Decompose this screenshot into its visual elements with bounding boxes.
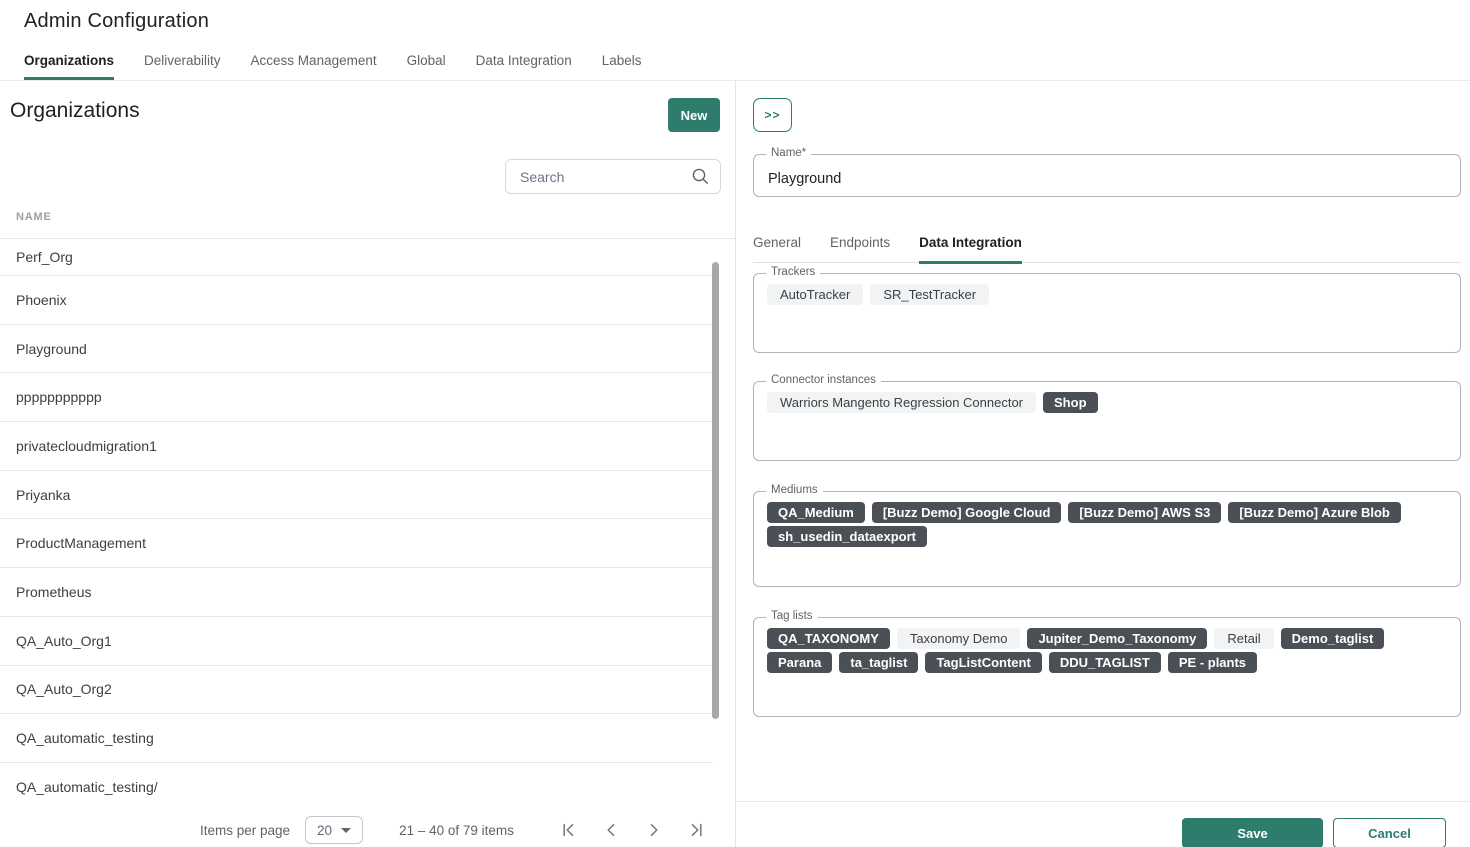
first-page-icon [560,822,576,838]
org-row[interactable]: privatecloudmigration1 [0,422,713,471]
cancel-button[interactable]: Cancel [1333,818,1446,847]
actions-divider [736,801,1470,802]
previous-page-button[interactable] [603,822,619,838]
org-row[interactable]: Priyanka [0,471,713,520]
chip[interactable]: [Buzz Demo] AWS S3 [1068,502,1221,523]
chip[interactable]: [Buzz Demo] Google Cloud [872,502,1062,523]
pagination-range-label: 21 – 40 of 79 items [399,823,514,838]
column-header-name: NAME [16,211,52,223]
org-row[interactable]: QA_Auto_Org1 [0,617,713,666]
org-row[interactable]: Perf_Org [0,238,713,276]
first-page-button[interactable] [560,822,576,838]
chip[interactable]: Parana [767,652,832,673]
items-per-page-select[interactable]: 20 [305,816,363,844]
next-page-button[interactable] [646,822,662,838]
header-tab[interactable]: Global [407,47,446,80]
organizations-table: Perf_Org Phoenix Playground ppppppppppp … [0,238,713,812]
detail-tab-bar: General Endpoints Data Integration [753,235,1461,263]
trackers-legend: Trackers [766,266,820,278]
chip[interactable]: Retail [1214,628,1273,649]
chip[interactable]: QA_TAXONOMY [767,628,890,649]
last-page-icon [689,822,705,838]
header-tab[interactable]: Deliverability [144,47,221,80]
search-icon [691,167,710,191]
tag-lists-fieldset: Tag lists QA_TAXONOMY Taxonomy Demo Jupi… [753,617,1461,717]
connector-instances-chips: Warriors Mangento Regression Connector S… [754,382,1460,423]
chip[interactable]: PE - plants [1168,652,1257,673]
chip[interactable]: Jupiter_Demo_Taxonomy [1027,628,1207,649]
chip[interactable]: TagListContent [925,652,1041,673]
header-tab[interactable]: Data Integration [476,47,572,80]
header-tab[interactable]: Access Management [251,47,377,80]
panel-title: Organizations [10,99,140,123]
chevron-down-icon [341,828,351,833]
collapse-panel-button[interactable]: >> [753,98,792,132]
chip[interactable]: sh_usedin_dataexport [767,526,927,547]
chevron-left-icon [603,822,619,838]
name-input[interactable] [754,155,1460,196]
org-row[interactable]: Playground [0,325,713,374]
tag-lists-chips: QA_TAXONOMY Taxonomy Demo Jupiter_Demo_T… [754,618,1460,683]
connector-instances-legend: Connector instances [766,374,881,386]
detail-tab[interactable]: General [753,235,801,262]
items-per-page-label: Items per page [200,823,290,838]
org-row[interactable]: QA_automatic_testing [0,714,713,763]
search-input[interactable] [505,159,721,194]
organizations-list-panel: Organizations New NAME Perf_Org Phoenix … [0,81,735,847]
chip[interactable]: SR_TestTracker [870,284,989,305]
chip[interactable]: [Buzz Demo] Azure Blob [1228,502,1400,523]
org-row[interactable]: QA_Auto_Org2 [0,666,713,715]
org-row[interactable]: ppppppppppp [0,373,713,422]
main-content: Organizations New NAME Perf_Org Phoenix … [0,81,1470,847]
page-title: Admin Configuration [24,10,1470,33]
chip[interactable]: Demo_taglist [1281,628,1385,649]
name-field-label: Name* [766,147,811,159]
last-page-button[interactable] [689,822,705,838]
action-buttons: Save Cancel [753,818,1446,847]
org-row[interactable]: Prometheus [0,568,713,617]
items-per-page-value: 20 [317,823,332,838]
detail-tab[interactable]: Endpoints [830,235,890,262]
list-scrollbar[interactable] [712,262,719,719]
chip[interactable]: Shop [1043,392,1098,413]
chip[interactable]: AutoTracker [767,284,863,305]
org-row[interactable]: ProductManagement [0,519,713,568]
chip[interactable]: ta_taglist [839,652,918,673]
mediums-fieldset: Mediums QA_Medium [Buzz Demo] Google Clo… [753,491,1461,587]
save-button[interactable]: Save [1182,818,1323,847]
header-tab[interactable]: Organizations [24,47,114,80]
org-row[interactable]: Phoenix [0,276,713,325]
tag-lists-legend: Tag lists [766,610,818,622]
trackers-chips: AutoTracker SR_TestTracker [754,274,1460,315]
pager-controls [560,822,705,838]
app-header: Admin Configuration [0,0,1470,33]
organization-detail-panel: >> Name* General Endpoints Data Integrat… [735,81,1470,847]
search-field [505,159,721,194]
pagination-bar: Items per page 20 21 – 40 of 79 items [0,804,735,847]
trackers-fieldset: Trackers AutoTracker SR_TestTracker [753,273,1461,353]
chip[interactable]: Taxonomy Demo [897,628,1021,649]
detail-tab[interactable]: Data Integration [919,235,1022,262]
mediums-chips: QA_Medium [Buzz Demo] Google Cloud [Buzz… [754,492,1460,557]
chip[interactable]: Warriors Mangento Regression Connector [767,392,1036,413]
chip[interactable]: QA_Medium [767,502,865,523]
header-tab[interactable]: Labels [602,47,642,80]
header-tab-bar: Organizations Deliverability Access Mana… [0,47,1470,81]
new-organization-button[interactable]: New [668,98,720,132]
mediums-legend: Mediums [766,484,823,496]
chip[interactable]: DDU_TAGLIST [1049,652,1161,673]
chevron-right-icon [646,822,662,838]
connector-instances-fieldset: Connector instances Warriors Mangento Re… [753,381,1461,461]
name-field: Name* [753,154,1461,197]
